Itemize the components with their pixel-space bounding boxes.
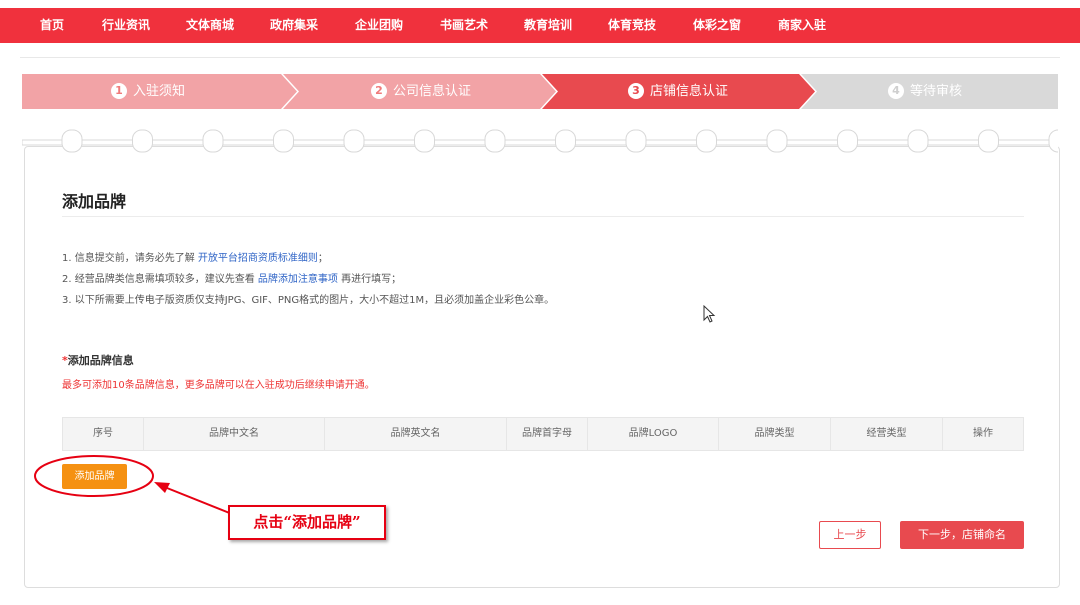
column-brand-type: 品牌类型 <box>719 418 831 450</box>
step-3: 3 店铺信息认证 <box>628 74 728 109</box>
binder-ring <box>555 129 576 153</box>
step-4-number: 4 <box>888 83 904 99</box>
tip-2: 2. 经营品牌类信息需填项较多，建议先查看 品牌添加注意事项 再进行填写； <box>62 270 401 285</box>
binder-ring <box>837 129 858 153</box>
nav-item-gov-procurement[interactable]: 政府集采 <box>270 8 318 43</box>
section-title-text: 添加品牌信息 <box>67 354 134 367</box>
section-note: 最多可添加10条品牌信息，更多品牌可以在入驻成功后继续申请开通。 <box>62 380 375 391</box>
step-4: 4 等待审核 <box>888 74 962 109</box>
nav-item-industry-news[interactable]: 行业资讯 <box>102 8 150 43</box>
brand-notes-link[interactable]: 品牌添加注意事项 <box>258 274 338 285</box>
nav-item-group-buy[interactable]: 企业团购 <box>355 8 403 43</box>
step-2-number: 2 <box>371 83 387 99</box>
binder-ring <box>343 129 365 153</box>
annotation-callout: 点击“添加品牌” <box>228 505 386 540</box>
column-brand-initial: 品牌首字母 <box>507 418 588 450</box>
step-1-number: 1 <box>111 83 127 99</box>
binder-ring <box>696 129 717 153</box>
step-progress: 1 入驻须知 2 公司信息认证 3 店铺信息认证 4 等待审核 <box>22 74 1058 109</box>
standards-link[interactable]: 开放平台招商资质标准细则 <box>198 253 318 264</box>
nav-item-merchant-join[interactable]: 商家入驻 <box>778 8 826 43</box>
section-title: *添加品牌信息 <box>62 352 134 368</box>
tip-2-suffix: 再进行填写； <box>337 274 402 285</box>
binder-ring <box>132 129 153 153</box>
nav-item-sports[interactable]: 体育竞技 <box>608 8 656 43</box>
tip-1-text: 1. 信息提交前，请务必先了解 <box>62 253 198 264</box>
nav-item-home[interactable]: 首页 <box>40 8 64 43</box>
binder-rail <box>22 139 1058 146</box>
nav-item-culture-mall[interactable]: 文体商城 <box>186 8 234 43</box>
previous-step-button[interactable]: 上一步 <box>819 521 881 549</box>
nav-item-lottery[interactable]: 体彩之窗 <box>693 8 741 43</box>
binder-ring <box>1048 129 1058 153</box>
nav-item-education[interactable]: 教育培训 <box>524 8 572 43</box>
tip-1-suffix: ； <box>317 253 328 264</box>
next-step-button[interactable]: 下一步，店铺命名 <box>900 521 1024 549</box>
binder-ring <box>625 129 647 153</box>
tip-3-text: 3. 以下所需要上传电子版资质仅支持JPG、GIF、PNG格式的图片，大小不超过… <box>62 295 555 306</box>
step-2: 2 公司信息认证 <box>371 74 471 109</box>
binder-ring <box>978 129 999 153</box>
column-brand-cn-name: 品牌中文名 <box>144 418 325 450</box>
binder-ring <box>414 129 435 153</box>
binder-ring <box>202 129 224 153</box>
column-index: 序号 <box>63 418 144 450</box>
binder-ring <box>766 129 788 153</box>
tip-1: 1. 信息提交前，请务必先了解 开放平台招商资质标准细则； <box>62 249 328 264</box>
step-1-label: 入驻须知 <box>133 84 186 99</box>
tip-2-text: 2. 经营品牌类信息需填项较多，建议先查看 <box>62 274 258 285</box>
nav-divider <box>20 57 1060 58</box>
add-brand-button[interactable]: 添加品牌 <box>62 464 127 489</box>
step-3-label: 店铺信息认证 <box>650 84 729 99</box>
brand-table-header: 序号 品牌中文名 品牌英文名 品牌首字母 品牌LOGO 品牌类型 经营类型 操作 <box>62 417 1024 451</box>
page-title: 添加品牌 <box>62 192 127 211</box>
binder-rings-decoration <box>22 129 1058 153</box>
binder-ring <box>907 129 929 153</box>
binder-ring <box>61 129 83 153</box>
step-3-number: 3 <box>628 83 644 99</box>
title-divider <box>62 216 1024 217</box>
top-navigation: 首页 行业资讯 文体商城 政府集采 企业团购 书画艺术 教育培训 体育竞技 体彩… <box>0 8 1080 43</box>
mouse-pointer-icon <box>703 305 716 323</box>
binder-ring <box>273 129 294 153</box>
step-2-label: 公司信息认证 <box>393 84 472 99</box>
column-brand-logo: 品牌LOGO <box>588 418 719 450</box>
binder-ring <box>484 129 506 153</box>
step-1: 1 入驻须知 <box>111 74 185 109</box>
column-business-type: 经营类型 <box>831 418 943 450</box>
tip-3: 3. 以下所需要上传电子版资质仅支持JPG、GIF、PNG格式的图片，大小不超过… <box>62 291 554 306</box>
column-actions: 操作 <box>973 428 993 439</box>
step-4-label: 等待审核 <box>910 84 963 99</box>
nav-item-art[interactable]: 书画艺术 <box>440 8 488 43</box>
column-brand-en-name: 品牌英文名 <box>325 418 507 450</box>
